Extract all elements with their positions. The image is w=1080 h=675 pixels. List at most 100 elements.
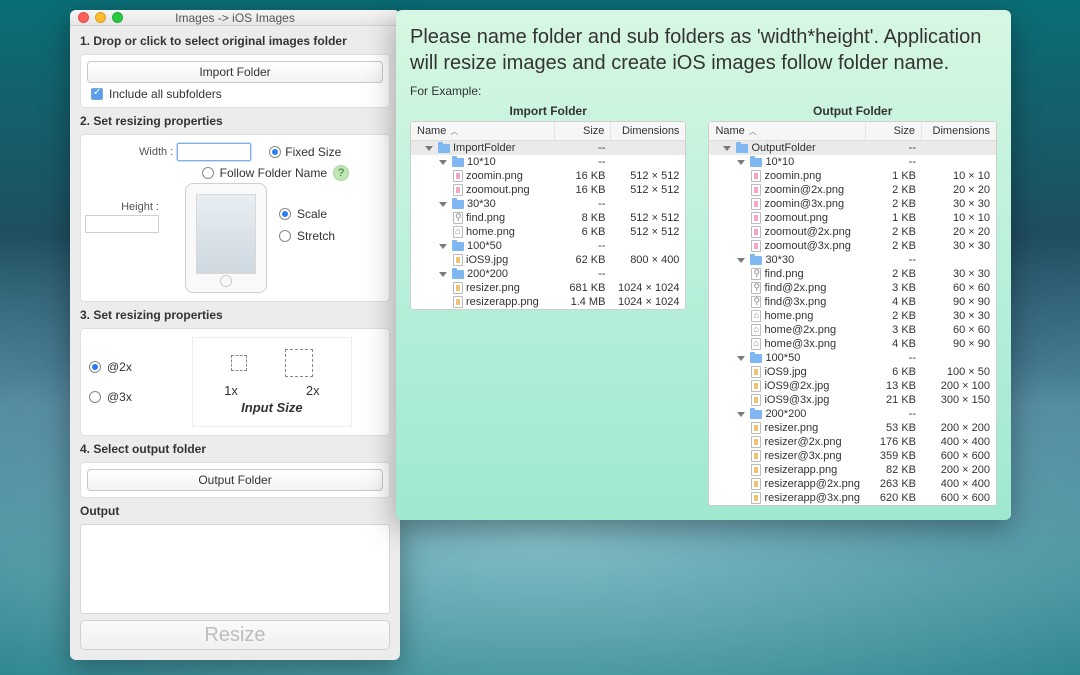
disclosure-triangle-icon[interactable] (425, 146, 433, 151)
file-row[interactable]: resizerapp@2x.png263 KB400 × 400 (709, 477, 996, 491)
file-row[interactable]: resizerapp.png1.4 MB1024 × 1024 (411, 295, 685, 309)
search-file-icon (751, 268, 761, 280)
row-name: find@3x.png (764, 296, 826, 308)
disclosure-triangle-icon[interactable] (439, 272, 447, 277)
folder-row[interactable]: ImportFolder-- (411, 141, 685, 155)
resize-button[interactable]: Resize (80, 620, 390, 650)
image-file-icon (751, 394, 761, 406)
folder-row[interactable]: 200*200-- (709, 407, 996, 421)
output-textarea[interactable] (80, 524, 390, 614)
help-icon[interactable]: ? (333, 165, 349, 181)
disclosure-triangle-icon[interactable] (439, 244, 447, 249)
row-name: 10*10 (765, 156, 794, 168)
at3x-radio[interactable] (89, 391, 101, 403)
include-subfolders-checkbox[interactable] (91, 88, 103, 100)
file-row[interactable]: home.png6 KB512 × 512 (411, 225, 685, 239)
col-size[interactable]: Size (866, 122, 922, 140)
file-row[interactable]: resizer.png53 KB200 × 200 (709, 421, 996, 435)
row-dimensions: 800 × 400 (605, 254, 679, 266)
row-dimensions: 600 × 600 (916, 450, 990, 462)
row-name: 100*50 (765, 352, 800, 364)
folder-icon (452, 158, 464, 167)
at2x-radio[interactable] (89, 361, 101, 373)
folder-row[interactable]: 10*10-- (709, 155, 996, 169)
col-name[interactable]: Name ︿ (709, 122, 866, 140)
file-row[interactable]: iOS9@3x.jpg21 KB300 × 150 (709, 393, 996, 407)
file-row[interactable]: zoomout.png1 KB10 × 10 (709, 211, 996, 225)
row-name: home@3x.png (764, 338, 836, 350)
col-size[interactable]: Size (555, 122, 611, 140)
file-row[interactable]: resizer@3x.png359 KB600 × 600 (709, 449, 996, 463)
row-size: 176 KB (860, 436, 916, 448)
disclosure-triangle-icon[interactable] (737, 356, 745, 361)
file-row[interactable]: resizer@2x.png176 KB400 × 400 (709, 435, 996, 449)
info-headline: Please name folder and sub folders as 'w… (410, 24, 997, 76)
zoom-icon[interactable] (112, 12, 123, 23)
row-name: 30*30 (467, 198, 496, 210)
file-row[interactable]: iOS9@2x.jpg13 KB200 × 100 (709, 379, 996, 393)
width-input[interactable] (177, 143, 251, 161)
file-row[interactable]: resizerapp.png82 KB200 × 200 (709, 463, 996, 477)
close-icon[interactable] (78, 12, 89, 23)
file-row[interactable]: home@3x.png4 KB90 × 90 (709, 337, 996, 351)
stretch-radio[interactable] (279, 230, 291, 242)
file-row[interactable]: home@2x.png3 KB60 × 60 (709, 323, 996, 337)
file-row[interactable]: zoomout@3x.png2 KB30 × 30 (709, 239, 996, 253)
disclosure-triangle-icon[interactable] (737, 412, 745, 417)
folder-row[interactable]: 10*10-- (411, 155, 685, 169)
row-name: zoomin@3x.png (764, 198, 844, 210)
image-file-icon (751, 492, 761, 504)
col-dimensions[interactable]: Dimensions (922, 122, 996, 140)
output-folder-button[interactable]: Output Folder (87, 469, 383, 491)
row-name: resizer.png (466, 282, 520, 294)
file-row[interactable]: zoomout.png16 KB512 × 512 (411, 183, 685, 197)
file-row[interactable]: zoomin.png1 KB10 × 10 (709, 169, 996, 183)
output-finder: Name ︿SizeDimensionsOutputFolder--10*10-… (708, 121, 997, 506)
folder-row[interactable]: 30*30-- (709, 253, 996, 267)
col-dimensions[interactable]: Dimensions (611, 122, 685, 140)
row-size: 1 KB (860, 212, 916, 224)
file-row[interactable]: resizerapp@3x.png620 KB600 × 600 (709, 491, 996, 505)
minimize-icon[interactable] (95, 12, 106, 23)
folder-row[interactable]: OutputFolder-- (709, 141, 996, 155)
file-row[interactable]: find.png2 KB30 × 30 (709, 267, 996, 281)
file-row[interactable]: resizer.png681 KB1024 × 1024 (411, 281, 685, 295)
import-folder-button[interactable]: Import Folder (87, 61, 383, 83)
file-row[interactable]: find@3x.png4 KB90 × 90 (709, 295, 996, 309)
row-size: 6 KB (549, 226, 605, 238)
file-row[interactable]: zoomin.png16 KB512 × 512 (411, 169, 685, 183)
row-size: 2 KB (860, 240, 916, 252)
folder-row[interactable]: 30*30-- (411, 197, 685, 211)
follow-folder-label: Follow Folder Name (220, 166, 327, 180)
file-row[interactable]: iOS9.jpg62 KB800 × 400 (411, 253, 685, 267)
folder-row[interactable]: 200*200-- (411, 267, 685, 281)
disclosure-triangle-icon[interactable] (737, 258, 745, 263)
file-row[interactable]: zoomin@2x.png2 KB20 × 20 (709, 183, 996, 197)
col-name[interactable]: Name ︿ (411, 122, 555, 140)
folder-row[interactable]: 100*50-- (709, 351, 996, 365)
disclosure-triangle-icon[interactable] (439, 160, 447, 165)
file-row[interactable]: find@2x.png3 KB60 × 60 (709, 281, 996, 295)
scale-radio[interactable] (279, 208, 291, 220)
file-row[interactable]: iOS9.jpg6 KB100 × 50 (709, 365, 996, 379)
image-file-icon (751, 450, 761, 462)
file-row[interactable]: find.png8 KB512 × 512 (411, 211, 685, 225)
image-file-icon (751, 226, 761, 238)
folder-icon (452, 242, 464, 251)
file-row[interactable]: zoomin@3x.png2 KB30 × 30 (709, 197, 996, 211)
disclosure-triangle-icon[interactable] (723, 146, 731, 151)
disclosure-triangle-icon[interactable] (439, 202, 447, 207)
row-size: -- (549, 142, 605, 154)
image-file-icon (751, 184, 761, 196)
row-dimensions: 20 × 20 (916, 226, 990, 238)
disclosure-triangle-icon[interactable] (737, 160, 745, 165)
file-row[interactable]: home.png2 KB30 × 30 (709, 309, 996, 323)
file-row[interactable]: zoomout@2x.png2 KB20 × 20 (709, 225, 996, 239)
row-name: resizerapp@2x.png (764, 478, 860, 490)
follow-folder-radio[interactable] (202, 167, 214, 179)
width-label: Width : (139, 146, 173, 158)
height-input[interactable] (85, 215, 159, 233)
row-size: 3 KB (860, 282, 916, 294)
folder-row[interactable]: 100*50-- (411, 239, 685, 253)
fixed-size-radio[interactable] (269, 146, 281, 158)
